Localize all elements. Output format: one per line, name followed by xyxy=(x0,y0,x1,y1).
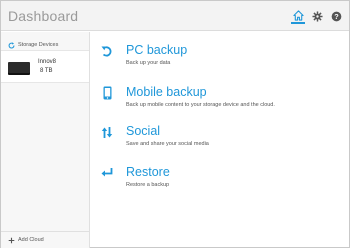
sidebar: Storage Devices Innov8 8 TB Add Cloud xyxy=(1,32,90,248)
social-arrows-icon xyxy=(101,125,113,139)
title-bar: Dashboard ? xyxy=(1,1,349,31)
app-window: Dashboard ? Storage Devices Innov8 8 TB xyxy=(0,0,350,248)
hard-drive-icon xyxy=(8,62,30,73)
restore-title[interactable]: Restore xyxy=(126,165,170,179)
backup-arrow-icon xyxy=(101,44,113,58)
storage-devices-label: Storage Devices xyxy=(18,42,59,48)
social-desc: Save and share your social media xyxy=(126,141,209,147)
device-name: Innov8 xyxy=(38,59,57,65)
title-bar-icons: ? xyxy=(291,8,343,24)
add-cloud-button[interactable]: Add Cloud xyxy=(1,231,89,248)
add-cloud-label: Add Cloud xyxy=(18,237,44,243)
gear-icon[interactable] xyxy=(310,9,324,23)
plus-icon xyxy=(8,231,15,248)
social-title[interactable]: Social xyxy=(126,124,160,138)
restore-arrow-icon xyxy=(101,166,113,180)
restore-desc: Restore a backup xyxy=(126,182,170,188)
device-size: 8 TB xyxy=(40,68,53,74)
pc-backup-title[interactable]: PC backup xyxy=(126,43,187,57)
mobile-backup-title[interactable]: Mobile backup xyxy=(126,85,207,99)
home-icon[interactable] xyxy=(291,8,305,24)
mobile-backup-desc: Back up mobile content to your storage d… xyxy=(126,102,275,108)
app-title: Dashboard xyxy=(8,8,79,24)
svg-text:?: ? xyxy=(334,11,339,20)
pc-backup-desc: Back up your data xyxy=(126,60,171,66)
mobile-phone-icon xyxy=(101,86,113,100)
storage-device-item[interactable]: Innov8 8 TB xyxy=(1,50,89,83)
help-icon[interactable]: ? xyxy=(329,9,343,23)
